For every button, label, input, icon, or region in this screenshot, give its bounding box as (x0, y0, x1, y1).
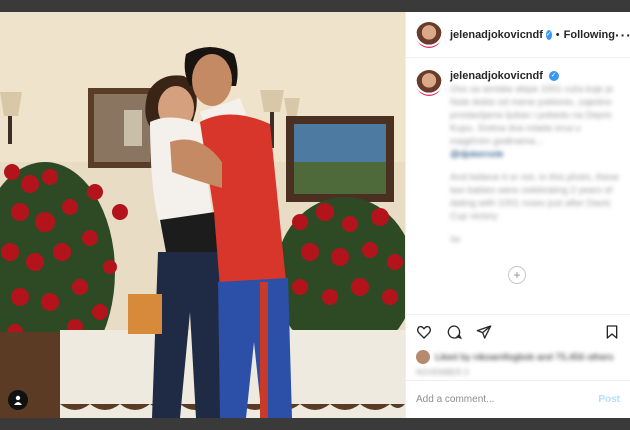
mention-link[interactable]: @djokernole (450, 148, 620, 161)
likes-text-blurred: Liked by nikoamfisgbob and 75,456 others (435, 351, 614, 363)
post-comment-button[interactable]: Post (598, 394, 620, 405)
more-horizontal-icon[interactable]: ··· (615, 27, 630, 43)
caption-username[interactable]: jelenadjokovicndf (450, 70, 543, 82)
plus-circle-icon: + (513, 268, 521, 282)
load-more-comments-button[interactable]: + (508, 266, 526, 284)
comment-input[interactable]: Add a comment... (416, 394, 494, 405)
comments-area: jelenadjokovicndf ✓ Ovo sa teniske ekipe… (406, 58, 630, 314)
caption-avatar[interactable] (416, 70, 442, 96)
comment-icon[interactable] (446, 324, 462, 340)
avatar[interactable] (416, 21, 442, 48)
caption: jelenadjokovicndf ✓ Ovo sa teniske ekipe… (416, 70, 620, 246)
photo-illustration (0, 12, 405, 418)
user-tag-button[interactable] (8, 390, 28, 410)
separator-dot: • (555, 28, 560, 41)
caption-english-blurred: And believe it or not, in this photo, th… (450, 172, 619, 222)
likes-summary[interactable]: Liked by nikoamfisgbob and 75,456 others (406, 348, 630, 366)
share-icon[interactable] (476, 324, 492, 340)
verified-badge-icon: ✓ (545, 29, 552, 40)
bookmark-icon[interactable] (604, 324, 620, 340)
instagram-post: jelenadjokovicndf ✓ • Following ··· jele… (0, 12, 630, 418)
following-button[interactable]: Following (564, 29, 615, 41)
post-header: jelenadjokovicndf ✓ • Following ··· (406, 12, 630, 58)
caption-time-blurred: 3w (450, 235, 461, 244)
caption-text-blurred: Ovo sa teniske ekipe 1001 ruža koje je N… (450, 84, 614, 147)
person-icon (14, 395, 22, 405)
post-photo[interactable] (0, 12, 405, 418)
heart-icon[interactable] (416, 324, 432, 340)
liker-avatar (416, 350, 430, 364)
post-sidebar: jelenadjokovicndf ✓ • Following ··· jele… (405, 12, 630, 418)
post-date-blurred: NOVEMBER 3 (416, 368, 469, 377)
add-comment-bar: Add a comment... Post (406, 380, 630, 418)
verified-badge-icon: ✓ (548, 71, 559, 82)
action-bar (406, 314, 630, 348)
username-link[interactable]: jelenadjokovicndf (450, 29, 543, 41)
